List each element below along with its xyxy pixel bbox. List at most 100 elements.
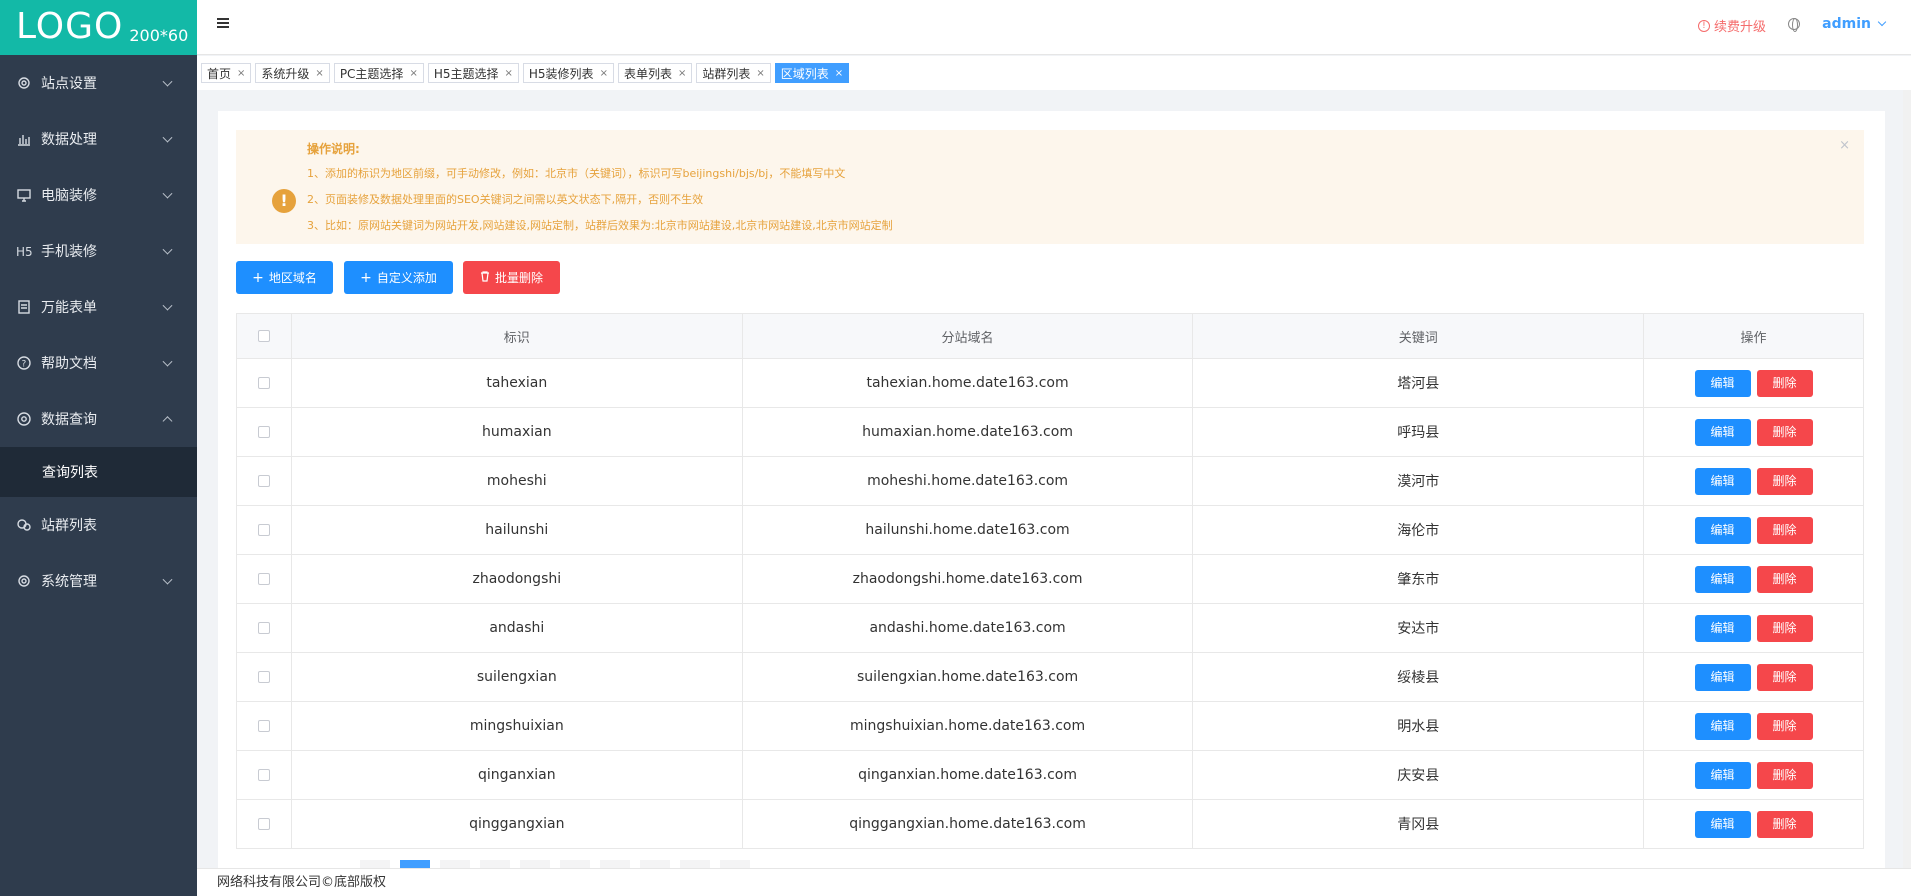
edit-button[interactable]: 编辑 <box>1694 369 1751 397</box>
row-select-cell <box>236 799 292 849</box>
delete-button[interactable]: 删除 <box>1756 712 1813 740</box>
select-all-checkbox[interactable] <box>257 330 270 342</box>
keyword-cell: 海伦市 <box>1192 505 1645 555</box>
keyword-cell: 明水县 <box>1192 701 1645 751</box>
delete-button[interactable]: 删除 <box>1756 663 1813 691</box>
close-icon[interactable]: × <box>315 68 323 79</box>
chevron-down-icon <box>162 356 173 367</box>
chevron-down-icon <box>162 188 173 199</box>
scrollbar[interactable] <box>1903 90 1911 868</box>
close-icon[interactable]: × <box>678 68 686 79</box>
actions-cell: 编辑 删除 <box>1643 652 1864 702</box>
table-row: moheshi moheshi.home.date163.com 漠河市 编辑 删除 <box>236 456 1864 506</box>
close-icon[interactable]: × <box>835 68 843 79</box>
keyword-cell: 呼玛县 <box>1192 407 1645 457</box>
sites-icon <box>16 517 32 533</box>
tab-pc-theme[interactable]: PC主题选择 × <box>333 63 424 83</box>
close-icon[interactable]: × <box>756 68 764 79</box>
actions-cell: 编辑 删除 <box>1643 505 1864 555</box>
globe-icon[interactable] <box>1788 18 1800 32</box>
edit-button[interactable]: 编辑 <box>1694 810 1751 838</box>
tab-system-upgrade[interactable]: 系统升级 × <box>255 63 330 83</box>
delete-button[interactable]: 删除 <box>1756 467 1813 495</box>
close-icon[interactable]: × <box>237 68 245 79</box>
sidebar-item-system-management[interactable]: 系统管理 <box>0 553 197 609</box>
row-checkbox[interactable] <box>257 475 270 487</box>
alert-line: 3、比如：原网站关键词为网站开发,网站建设,网站定制，站群后效果为:北京市网站建… <box>307 219 893 232</box>
tab-site-group-list[interactable]: 站群列表 × <box>696 63 771 83</box>
renew-upgrade-link[interactable]: ! 续费升级 <box>1697 16 1766 35</box>
alert-circle-icon: ! <box>1697 19 1710 32</box>
column-header: 标识 <box>290 313 743 359</box>
table-body: tahexian tahexian.home.date163.com 塔河县 编辑 删除… <box>236 358 1864 849</box>
row-checkbox[interactable] <box>257 671 270 683</box>
sidebar-item-label: 站群列表 <box>41 518 97 534</box>
delete-button[interactable]: 删除 <box>1756 761 1813 789</box>
region-domain-button[interactable]: + 地区域名 <box>236 261 333 294</box>
keyword-cell: 肇东市 <box>1192 554 1645 604</box>
edit-button[interactable]: 编辑 <box>1694 712 1751 740</box>
tab-region-list[interactable]: 区域列表 × <box>774 63 850 83</box>
logo-size: 200*60 <box>129 26 189 45</box>
tab-label: 站群列表 <box>702 66 751 81</box>
sidebar-item-label: 系统管理 <box>41 574 97 590</box>
content-card: ! 操作说明: 1、添加的标识为地区前缀，可手动修改，例如：北京市（关键词），标… <box>218 111 1885 871</box>
actions-cell: 编辑 删除 <box>1643 407 1864 457</box>
tab-home[interactable]: 首页 × <box>201 63 252 83</box>
tab-h5-theme[interactable]: H5主题选择 × <box>427 63 519 83</box>
sidebar-item-site-settings[interactable]: 站点设置 <box>0 55 197 111</box>
row-checkbox[interactable] <box>257 720 270 732</box>
select-all-cell <box>236 313 292 359</box>
custom-add-button[interactable]: + 自定义添加 <box>344 261 453 294</box>
edit-button[interactable]: 编辑 <box>1694 516 1751 544</box>
edit-button[interactable]: 编辑 <box>1694 761 1751 789</box>
menu-toggle-icon[interactable] <box>217 18 229 28</box>
plus-icon: + <box>252 269 264 286</box>
delete-button[interactable]: 删除 <box>1756 369 1813 397</box>
batch-delete-button[interactable]: 批量删除 <box>463 261 560 294</box>
sidebar-item-pc-decoration[interactable]: 电脑装修 <box>0 167 197 223</box>
row-checkbox[interactable] <box>257 622 270 634</box>
delete-button[interactable]: 删除 <box>1756 565 1813 593</box>
row-checkbox[interactable] <box>257 573 270 585</box>
close-icon[interactable]: × <box>409 68 417 79</box>
sidebar-subitem-query-list[interactable]: 查询列表 <box>0 447 197 497</box>
edit-button[interactable]: 编辑 <box>1694 418 1751 446</box>
delete-button[interactable]: 删除 <box>1756 614 1813 642</box>
delete-button[interactable]: 删除 <box>1756 810 1813 838</box>
edit-button[interactable]: 编辑 <box>1694 614 1751 642</box>
sidebar-menu: 站点设置 数据处理 电脑装修 H5 手机装修 万能表单 ? 帮助文档 数据查询 … <box>0 55 197 609</box>
sidebar-item-data-query[interactable]: 数据查询 <box>0 391 197 447</box>
sidebar-item-universal-form[interactable]: 万能表单 <box>0 279 197 335</box>
row-checkbox[interactable] <box>257 818 270 830</box>
logo[interactable]: LOGO 200*60 <box>0 0 197 55</box>
close-icon[interactable]: × <box>600 68 608 79</box>
user-menu[interactable]: admin <box>1822 16 1887 32</box>
row-checkbox[interactable] <box>257 524 270 536</box>
sidebar-item-help-docs[interactable]: ? 帮助文档 <box>0 335 197 391</box>
sidebar-item-data-processing[interactable]: 数据处理 <box>0 111 197 167</box>
table-row: mingshuixian mingshuixian.home.date163.co… <box>236 701 1864 751</box>
close-icon[interactable]: × <box>1839 138 1850 153</box>
actions-cell: 编辑 删除 <box>1643 554 1864 604</box>
close-icon[interactable]: × <box>505 68 513 79</box>
delete-button[interactable]: 删除 <box>1756 418 1813 446</box>
identifier-cell: tahexian <box>290 358 743 408</box>
sidebar-item-label: 手机装修 <box>41 244 97 260</box>
table-row: qinggangxian qinggangxian.home.date163.co… <box>236 799 1864 849</box>
edit-button[interactable]: 编辑 <box>1694 565 1751 593</box>
edit-button[interactable]: 编辑 <box>1694 467 1751 495</box>
row-checkbox[interactable] <box>257 426 270 438</box>
keyword-cell: 绥棱县 <box>1192 652 1645 702</box>
sidebar-item-label: 电脑装修 <box>41 188 97 204</box>
tab-h5-decoration[interactable]: H5装修列表 × <box>522 63 614 83</box>
row-select-cell <box>236 505 292 555</box>
delete-button[interactable]: 删除 <box>1756 516 1813 544</box>
sidebar-item-site-group[interactable]: 站群列表 <box>0 497 197 553</box>
edit-button[interactable]: 编辑 <box>1694 663 1751 691</box>
tab-form-list[interactable]: 表单列表 × <box>617 63 693 83</box>
form-icon <box>16 299 32 315</box>
row-checkbox[interactable] <box>257 769 270 781</box>
row-checkbox[interactable] <box>257 377 270 389</box>
sidebar-item-mobile-decoration[interactable]: H5 手机装修 <box>0 223 197 279</box>
